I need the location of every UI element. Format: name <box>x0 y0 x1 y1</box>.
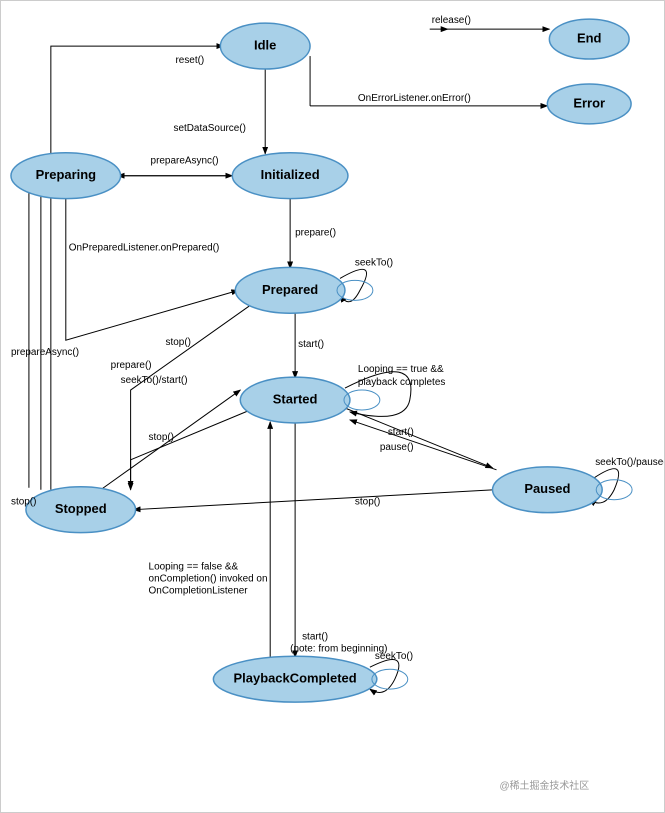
label-prepareasync1: prepareAsync() <box>151 156 219 167</box>
label-playback-completes: playback completes <box>358 377 445 388</box>
label-seekto-pause: seekTo()/pause() <box>595 457 664 468</box>
label-start-paused: start() <box>388 427 414 438</box>
label-stop-prepared: stop() <box>166 337 191 348</box>
state-end-label: End <box>577 31 602 46</box>
label-pause: pause() <box>380 442 414 453</box>
label-setdatasource: setDataSource() <box>173 123 245 134</box>
state-stopped-label: Stopped <box>55 501 107 516</box>
label-seekto-start: seekTo()/start() <box>121 375 188 386</box>
label-start-playback: start() <box>302 631 328 642</box>
state-preparing-label: Preparing <box>36 167 97 182</box>
state-initialized-label: Initialized <box>261 167 320 182</box>
state-error-label: Error <box>573 95 605 110</box>
label-release: release() <box>432 15 471 26</box>
label-looping-true: Looping == true && <box>358 364 444 375</box>
label-seekto-prepared: seekTo() <box>355 257 393 268</box>
state-prepared-label: Prepared <box>262 282 318 297</box>
state-paused-label: Paused <box>524 481 570 496</box>
state-started-label: Started <box>273 391 318 406</box>
label-stop-paused: stop() <box>355 497 380 508</box>
label-prepareasync2: prepareAsync() <box>11 347 79 358</box>
label-stop-left: stop() <box>11 497 36 508</box>
label-reset: reset() <box>175 55 204 66</box>
label-seekto-playback: seekTo() <box>375 651 413 662</box>
diagram-container: Idle End Error Initialized Preparing Pre… <box>0 0 665 813</box>
label-prepare1: prepare() <box>295 228 336 239</box>
state-idle-label: Idle <box>254 38 276 53</box>
label-looping-false1: Looping == false && <box>149 562 239 573</box>
label-onerror: OnErrorListener.onError() <box>358 93 471 104</box>
watermark: @稀土掘金技术社区 <box>499 779 589 792</box>
label-start-prepared: start() <box>298 339 324 350</box>
label-looping-false2: onCompletion() invoked on <box>149 573 268 584</box>
label-stop-started: stop() <box>149 432 174 443</box>
label-note-beginning: (note: from beginning) <box>290 643 387 654</box>
label-onprepared: OnPreparedListener.onPrepared() <box>69 242 220 253</box>
state-playback-label: PlaybackCompleted <box>234 671 357 686</box>
label-prepare2: prepare() <box>111 360 152 371</box>
label-looping-false3: OnCompletionListener <box>149 585 249 596</box>
